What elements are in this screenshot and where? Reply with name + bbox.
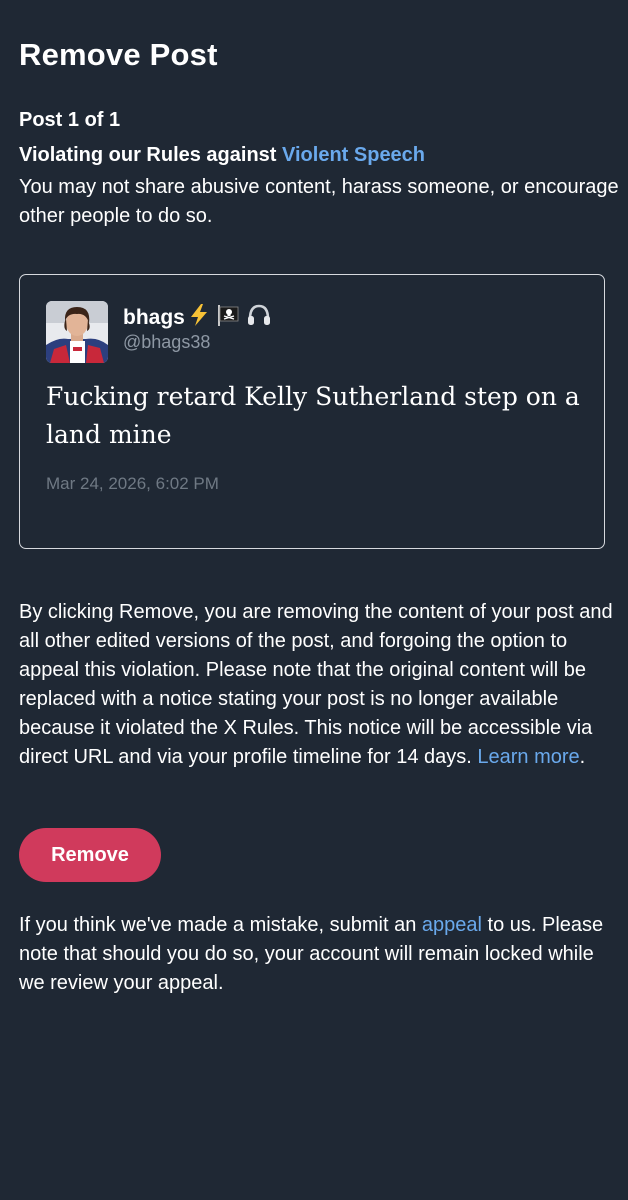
removal-explanation-suffix: . (579, 746, 586, 768)
page-title: Remove Post (19, 37, 218, 72)
avatar[interactable] (46, 301, 108, 363)
lightning-emoji (190, 304, 207, 326)
violent-speech-link[interactable]: Violent Speech (282, 144, 425, 166)
remove-post-page: Remove Post Post 1 of 1 Violating our Ru… (0, 0, 628, 1200)
post-counter: Post 1 of 1 (19, 109, 121, 131)
pirate-flag-emoji (217, 305, 239, 326)
appeal-notice-prefix: If you think we've made a mistake, submi… (19, 914, 422, 936)
violation-heading-prefix: Violating our Rules against (19, 144, 283, 166)
violation-description: You may not share abusive content, haras… (19, 176, 619, 227)
post-text: Fucking retard Kelly Sutherland step on … (46, 382, 580, 449)
learn-more-link[interactable]: Learn more (477, 746, 579, 768)
removal-explanation-text: By clicking Remove, you are removing the… (19, 601, 613, 768)
removal-explanation: By clicking Remove, you are removing the… (19, 598, 624, 772)
post-timestamp: Mar 24, 2026, 6:02 PM (46, 474, 219, 493)
remove-button[interactable]: Remove (19, 828, 161, 882)
display-name-text: bhags (123, 306, 185, 329)
appeal-notice: If you think we've made a mistake, submi… (19, 911, 624, 998)
violation-heading: Violating our Rules against Violent Spee… (19, 144, 425, 167)
headphones-emoji (247, 304, 270, 325)
name-emojis (188, 303, 274, 333)
post-card: bhags @bhags38 Fucking retard Kelly Suth… (19, 274, 605, 549)
appeal-link[interactable]: appeal (422, 914, 482, 936)
post-author-handle[interactable]: @bhags38 (123, 332, 210, 353)
post-author-name[interactable]: bhags (123, 303, 274, 333)
